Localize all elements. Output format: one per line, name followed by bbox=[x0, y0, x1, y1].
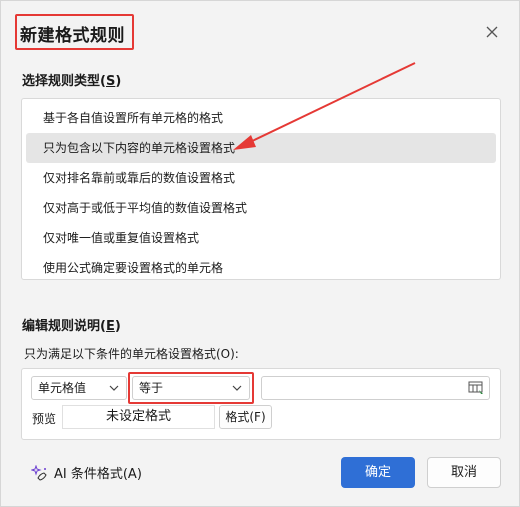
operator-highlight-box bbox=[128, 372, 254, 404]
condition-label: 只为满足以下条件的单元格设置格式(O): bbox=[24, 347, 239, 361]
preview-box: 未设定格式 bbox=[62, 405, 215, 429]
preview-label: 预览 bbox=[32, 412, 57, 426]
ai-conditional-format-link[interactable]: AI 条件格式(A) bbox=[31, 463, 142, 482]
rule-desc-label: 编辑规则说明 bbox=[22, 319, 101, 334]
rule-type-list[interactable]: 基于各自值设置所有单元格的格式 只为包含以下内容的单元格设置格式 仅对排名靠前或… bbox=[21, 98, 501, 280]
chevron-down-icon bbox=[109, 385, 119, 391]
cancel-button[interactable]: 取消 bbox=[427, 457, 501, 488]
field-select[interactable]: 单元格值 bbox=[31, 376, 127, 400]
condition-panel: 单元格值 等于 预览 未设定格式 格式(F) bbox=[21, 368, 501, 440]
rule-item-all-cells[interactable]: 基于各自值设置所有单元格的格式 bbox=[26, 103, 496, 133]
rule-item-contains[interactable]: 只为包含以下内容的单元格设置格式 bbox=[26, 133, 496, 163]
rule-type-heading: 选择规则类型(S) bbox=[22, 74, 122, 89]
rule-type-label: 选择规则类型 bbox=[22, 74, 101, 89]
rule-item-top-bottom[interactable]: 仅对排名靠前或靠后的数值设置格式 bbox=[26, 163, 496, 193]
range-select-icon[interactable] bbox=[468, 381, 484, 395]
ok-button[interactable]: 确定 bbox=[341, 457, 415, 488]
field-select-value: 单元格值 bbox=[38, 381, 87, 395]
rule-item-above-below-average[interactable]: 仅对高于或低于平均值的数值设置格式 bbox=[26, 193, 496, 223]
title-highlight-box bbox=[15, 14, 134, 50]
ai-sparkle-icon bbox=[31, 464, 47, 481]
new-format-rule-dialog: 新建格式规则 选择规则类型(S) 基于各自值设置所有单元格的格式 只为包含以下内… bbox=[0, 0, 520, 507]
rule-desc-heading: 编辑规则说明(E) bbox=[22, 319, 121, 334]
rule-type-mnemonic: S bbox=[105, 74, 116, 89]
format-button[interactable]: 格式(F) bbox=[219, 405, 272, 429]
ai-link-label: AI 条件格式(A) bbox=[54, 467, 142, 482]
rule-desc-mnemonic: E bbox=[105, 319, 115, 334]
value-input[interactable] bbox=[261, 376, 490, 400]
rule-item-formula[interactable]: 使用公式确定要设置格式的单元格 bbox=[26, 253, 496, 283]
rule-item-unique-duplicate[interactable]: 仅对唯一值或重复值设置格式 bbox=[26, 223, 496, 253]
close-icon[interactable] bbox=[483, 23, 501, 41]
